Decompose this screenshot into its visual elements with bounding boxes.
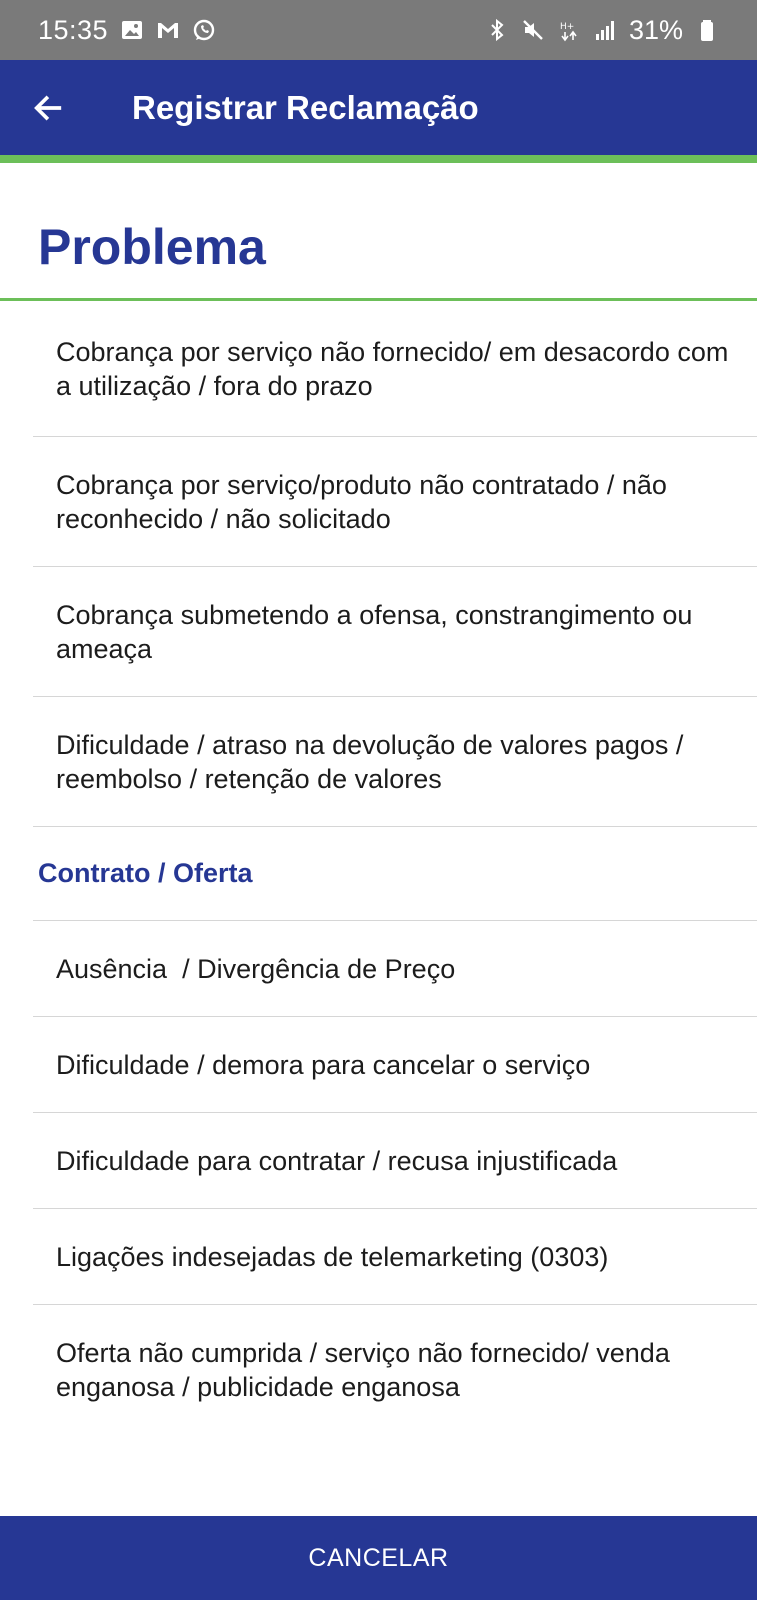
- mute-icon: [521, 18, 545, 42]
- list-item-label: Dificuldade / atraso na devolução de val…: [56, 729, 684, 794]
- list-item[interactable]: Dificuldade / demora para cancelar o ser…: [33, 1017, 757, 1113]
- bluetooth-icon: [485, 18, 509, 42]
- svg-text:H+: H+: [560, 22, 574, 32]
- list-item-label: Dificuldade para contratar / recusa inju…: [56, 1145, 618, 1176]
- category-header: Contrato / Oferta: [33, 827, 757, 921]
- problem-list[interactable]: Cobrança por serviço não fornecido/ em d…: [0, 301, 757, 1407]
- list-item[interactable]: Ausência / Divergência de Preço: [33, 921, 757, 1017]
- data-icon: H+: [557, 18, 581, 42]
- whatsapp-icon: [192, 18, 216, 42]
- list-item[interactable]: Oferta não cumprida / serviço não fornec…: [33, 1305, 757, 1407]
- status-bar: 15:35 H+ 31%: [0, 0, 757, 60]
- list-item-label: Ligações indesejadas de telemarketing (0…: [56, 1241, 609, 1272]
- list-item[interactable]: Cobrança por serviço não fornecido/ em d…: [33, 301, 757, 437]
- list-item-label: Cobrança por serviço não fornecido/ em d…: [56, 336, 729, 401]
- status-bar-right: H+ 31%: [485, 15, 719, 46]
- list-item-label: Ausência / Divergência de Preço: [56, 953, 456, 984]
- section-title: Problema: [38, 219, 266, 275]
- list-item-label: Oferta não cumprida / serviço não fornec…: [56, 1337, 670, 1402]
- gmail-icon: [156, 18, 180, 42]
- list-item-label: Dificuldade / demora para cancelar o ser…: [56, 1049, 591, 1080]
- list-item-label: Cobrança submetendo a ofensa, constrangi…: [56, 599, 693, 664]
- cancel-button[interactable]: CANCELAR: [0, 1516, 757, 1600]
- app-bar-accent-line: [0, 155, 757, 163]
- signal-icon: [593, 18, 617, 42]
- list-item[interactable]: Cobrança por serviço/produto não contrat…: [33, 437, 757, 567]
- battery-percent: 31%: [628, 14, 683, 45]
- status-time: 15:35: [38, 14, 109, 45]
- list-item[interactable]: Ligações indesejadas de telemarketing (0…: [33, 1209, 757, 1305]
- list-item[interactable]: Dificuldade para contratar / recusa inju…: [33, 1113, 757, 1209]
- arrow-left-icon: [34, 94, 62, 121]
- page-title: Registrar Reclamação: [132, 88, 479, 126]
- app-bar: Registrar Reclamação: [0, 60, 757, 155]
- list-item-label: Cobrança por serviço/produto não contrat…: [56, 469, 667, 534]
- battery-icon: [695, 18, 719, 42]
- list-item[interactable]: Cobrança submetendo a ofensa, constrangi…: [33, 567, 757, 697]
- back-button[interactable]: [0, 60, 100, 155]
- image-icon: [120, 18, 144, 42]
- status-bar-left: 15:35: [38, 15, 216, 46]
- list-item[interactable]: Dificuldade / atraso na devolução de val…: [33, 697, 757, 827]
